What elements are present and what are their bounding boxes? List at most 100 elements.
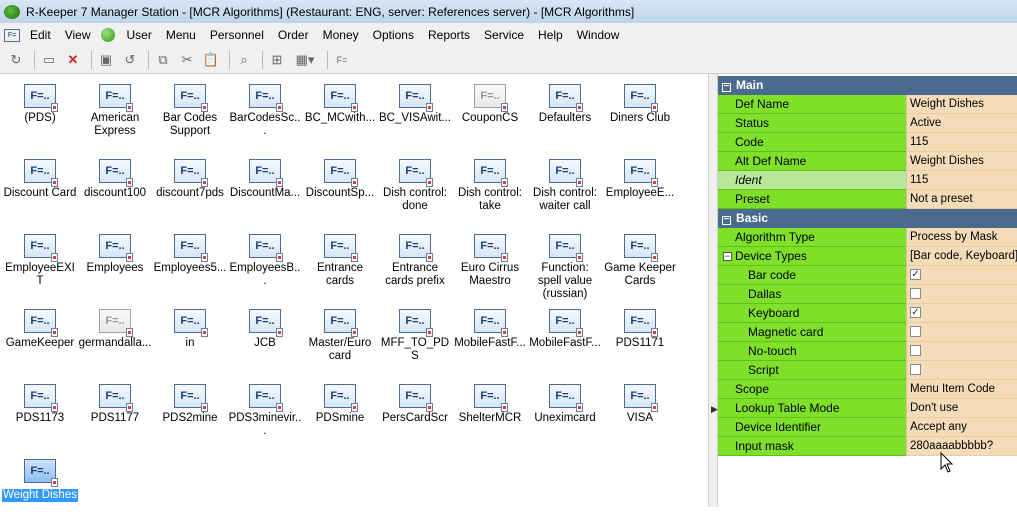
algorithm-item[interactable]: F=.. PDS1177 [77, 376, 153, 446]
algorithm-item[interactable]: F=.. VISA [602, 376, 678, 446]
property-value[interactable] [906, 342, 1017, 361]
algorithm-item[interactable]: F=.. Employees5... [152, 226, 228, 296]
algorithm-item[interactable]: F=.. Uneximcard [527, 376, 603, 446]
algorithm-item[interactable]: F=.. germandalla... [77, 301, 153, 371]
algorithm-item[interactable]: F=.. Function: spell value (russian) [527, 226, 603, 300]
property-value[interactable]: [Bar code, Keyboard] [906, 247, 1017, 266]
menu-personnel[interactable]: Personnel [203, 28, 271, 42]
property-value[interactable]: Menu Item Code [906, 380, 1017, 399]
checkbox[interactable] [910, 364, 921, 376]
algorithm-item[interactable]: F=.. JCB [227, 301, 303, 371]
property-row[interactable]: Script [718, 361, 1017, 380]
property-row[interactable]: Preset Not a preset [718, 190, 1017, 209]
delete-icon[interactable]: ✕ [63, 50, 83, 70]
algorithm-item[interactable]: F=.. discount7pds [152, 151, 228, 221]
algorithm-item[interactable]: F=.. discount100 [77, 151, 153, 221]
algorithm-item[interactable]: F=.. Weight Dishes [2, 451, 78, 521]
checkbox[interactable] [910, 345, 921, 357]
algorithm-item[interactable]: F=.. BarCodesSc... [227, 76, 303, 146]
property-row[interactable]: Dallas [718, 285, 1017, 304]
property-value[interactable]: Accept any [906, 418, 1017, 437]
algorithm-item[interactable]: F=.. in [152, 301, 228, 371]
algorithm-item[interactable]: F=.. Employees [77, 226, 153, 296]
property-value[interactable]: Weight Dishes [906, 95, 1017, 114]
checkbox[interactable]: ✓ [910, 269, 921, 281]
algorithm-item[interactable]: F=.. CouponCS [452, 76, 528, 146]
checkbox[interactable] [910, 288, 921, 300]
checkbox[interactable] [910, 326, 921, 338]
property-value[interactable]: Weight Dishes [906, 152, 1017, 171]
menu-order[interactable]: Order [271, 28, 316, 42]
algorithm-item[interactable]: F=.. American Express [77, 76, 153, 146]
property-value[interactable]: Process by Mask [906, 228, 1017, 247]
paste-icon[interactable]: 📋 [201, 50, 221, 70]
collapse-arrow-icon[interactable]: ▶ [711, 404, 718, 415]
property-row[interactable]: Magnetic card [718, 323, 1017, 342]
property-row[interactable]: Status Active [718, 114, 1017, 133]
refresh-icon[interactable]: ↻ [6, 50, 26, 70]
algorithm-item[interactable]: F=.. Defaulters [527, 76, 603, 146]
collapse-icon[interactable]: − [722, 82, 731, 92]
algorithm-item[interactable]: F=.. GameKeeper [2, 301, 78, 371]
property-value[interactable] [906, 323, 1017, 342]
property-value[interactable]: ✓ [906, 304, 1017, 323]
property-value[interactable] [906, 285, 1017, 304]
algorithm-item[interactable]: F=.. BC_MCwith... [302, 76, 378, 146]
save-icon[interactable]: ▣ [96, 50, 116, 70]
mdi-document-icon[interactable]: F= [4, 28, 20, 42]
algorithm-item[interactable]: F=.. MFF_TO_PDS [377, 301, 453, 371]
algorithm-item[interactable]: F=.. ShelterMCR [452, 376, 528, 446]
property-value[interactable]: 280aaaabbbbb? [906, 437, 1017, 456]
property-value[interactable]: Not a preset [906, 190, 1017, 209]
algorithm-item[interactable]: F=.. Dish control: waiter call [527, 151, 603, 221]
property-value[interactable]: 115 [906, 133, 1017, 152]
menu-reports[interactable]: Reports [421, 28, 477, 42]
property-value[interactable]: Don't use [906, 399, 1017, 418]
form-fx-icon[interactable]: F= [332, 50, 352, 70]
menu-window[interactable]: Window [570, 28, 627, 42]
algorithm-item[interactable]: F=.. PDSmine [302, 376, 378, 446]
menu-user[interactable]: User [119, 28, 158, 42]
collapse-icon[interactable]: − [722, 215, 731, 225]
algorithm-item[interactable]: F=.. DiscountMa... [227, 151, 303, 221]
algorithm-item[interactable]: F=.. EmployeeE... [602, 151, 678, 221]
property-row[interactable]: Bar code ✓ [718, 266, 1017, 285]
algorithm-item[interactable]: F=.. Game Keeper Cards [602, 226, 678, 296]
algorithm-item[interactable]: F=.. PDS3minevir... [227, 376, 303, 446]
find-icon[interactable]: ⌕ [234, 50, 254, 70]
algorithm-item[interactable]: F=.. Entrance cards [302, 226, 378, 296]
algorithm-item[interactable]: F=.. PDS1171 [602, 301, 678, 371]
algorithm-item[interactable]: F=.. EmployeesB... [227, 226, 303, 296]
algorithm-item[interactable]: F=.. EmployeeEXIT [2, 226, 78, 296]
property-value[interactable]: Active [906, 114, 1017, 133]
menu-options[interactable]: Options [366, 28, 421, 42]
property-row[interactable]: Keyboard ✓ [718, 304, 1017, 323]
property-row[interactable]: Device Identifier Accept any [718, 418, 1017, 437]
algorithm-item[interactable]: F=.. Diners Club [602, 76, 678, 146]
property-value[interactable]: ✓ [906, 266, 1017, 285]
property-row[interactable]: Code 115 [718, 133, 1017, 152]
filter-icon[interactable]: ⊞ [267, 50, 287, 70]
property-value[interactable]: 115 [906, 171, 1017, 190]
algorithm-item[interactable]: F=.. MobileFastF... [527, 301, 603, 371]
checkbox[interactable]: ✓ [910, 307, 921, 319]
algorithm-item[interactable]: F=.. Entrance cards prefix [377, 226, 453, 296]
algorithm-item[interactable]: F=.. PersCardScr [377, 376, 453, 446]
algorithm-item[interactable]: F=.. Dish control: take [452, 151, 528, 221]
form-icon[interactable]: ▭ [39, 50, 59, 70]
property-row[interactable]: Lookup Table Mode Don't use [718, 399, 1017, 418]
algorithm-item[interactable]: F=.. Discount Card [2, 151, 78, 221]
view-mode-icon[interactable]: ▦▾ [291, 50, 319, 70]
algorithm-item[interactable]: F=.. (PDS) [2, 76, 78, 146]
property-row[interactable]: No-touch [718, 342, 1017, 361]
property-row[interactable]: Ident 115 [718, 171, 1017, 190]
menu-money[interactable]: Money [316, 28, 366, 42]
property-row[interactable]: Algorithm Type Process by Mask [718, 228, 1017, 247]
property-row[interactable]: Def Name Weight Dishes [718, 95, 1017, 114]
menu-view[interactable]: View [58, 28, 98, 42]
algorithm-item[interactable]: F=.. PDS1173 [2, 376, 78, 446]
menu-help[interactable]: Help [531, 28, 570, 42]
property-value[interactable] [906, 361, 1017, 380]
algorithm-item[interactable]: F=.. Master/Euro card [302, 301, 378, 371]
collapse-icon[interactable]: − [723, 252, 732, 261]
